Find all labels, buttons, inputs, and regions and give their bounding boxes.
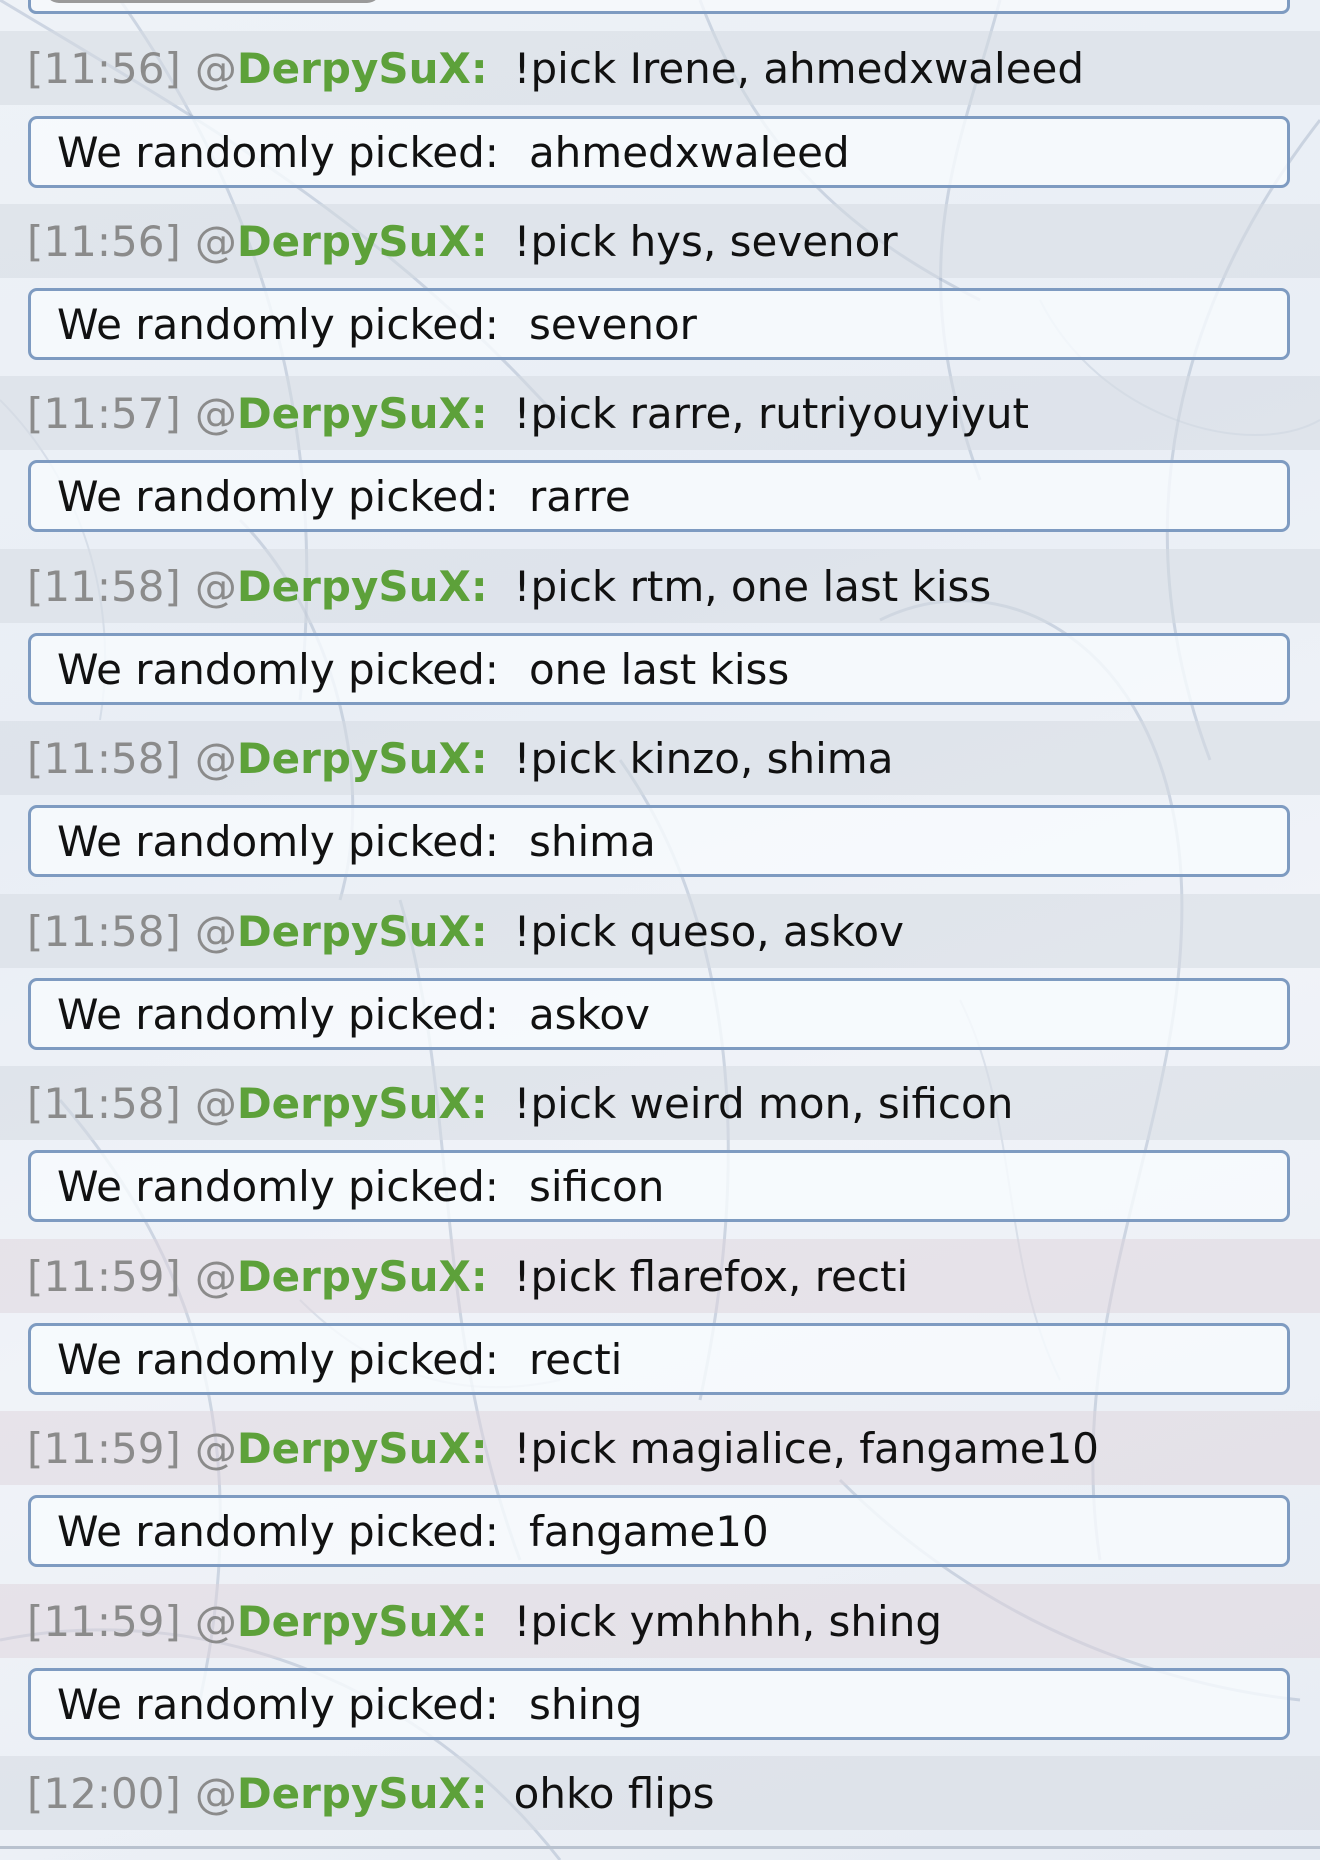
- at-symbol: @: [194, 1768, 237, 1818]
- message-text: !pick kinzo, shima: [513, 733, 894, 783]
- message-text: !pick rarre, rutriyouyiyut: [513, 388, 1029, 438]
- chat-message: [11:58] @ DerpySuX: !pick rtm, one last k…: [0, 549, 1320, 623]
- chat-message: [12:00] @ DerpySuX: ohko flips: [0, 1756, 1320, 1830]
- username[interactable]: DerpySuX:: [237, 389, 488, 438]
- username[interactable]: DerpySuX:: [237, 734, 488, 783]
- message-timestamp: [11:58]: [27, 1078, 181, 1128]
- pick-value: one last kiss: [528, 644, 790, 694]
- chat-message: [11:58] @ DerpySuX: !pick kinzo, shima: [0, 721, 1320, 795]
- username[interactable]: DerpySuX:: [237, 562, 488, 611]
- at-symbol: @: [194, 1423, 237, 1473]
- message-timestamp: [11:56]: [27, 43, 181, 93]
- at-symbol: @: [194, 43, 237, 93]
- username[interactable]: DerpySuX:: [237, 1424, 488, 1473]
- chat-bottom-divider: [0, 1846, 1320, 1849]
- pick-value: ahmedxwaleed: [528, 127, 850, 177]
- at-symbol: @: [194, 216, 237, 266]
- message-text: !pick rtm, one last kiss: [513, 561, 992, 611]
- pick-label: We randomly picked:: [57, 471, 499, 521]
- at-symbol: @: [194, 906, 237, 956]
- pick-label: We randomly picked:: [57, 1334, 499, 1384]
- pick-value: shima: [528, 816, 656, 866]
- pick-label: We randomly picked:: [57, 989, 499, 1039]
- bot-pick-result: We randomly picked: askov: [28, 978, 1290, 1050]
- pick-label: We randomly picked:: [57, 644, 499, 694]
- message-text: !pick ymhhhh, shing: [513, 1596, 942, 1646]
- message-text: !pick hys, sevenor: [513, 216, 898, 266]
- chat-message: [11:56] @ DerpySuX: !pick Irene, ahmedxwa…: [0, 31, 1320, 105]
- bot-pick-result: We randomly picked: sevenor: [28, 288, 1290, 360]
- bot-pick-result: We randomly picked: rarre: [28, 460, 1290, 532]
- message-text: !pick weird mon, sificon: [513, 1078, 1014, 1128]
- pick-label: We randomly picked:: [57, 1161, 499, 1211]
- username[interactable]: DerpySuX:: [237, 1769, 488, 1818]
- pick-value: recti: [528, 1334, 623, 1384]
- pick-value: rarre: [528, 471, 631, 521]
- at-symbol: @: [194, 1251, 237, 1301]
- bot-pick-result: We randomly picked: ahmedxwaleed: [28, 116, 1290, 188]
- at-symbol: @: [194, 1596, 237, 1646]
- message-timestamp: [11:58]: [27, 733, 181, 783]
- bot-pick-result: We randomly picked: one last kiss: [28, 633, 1290, 705]
- chat-message: [11:59] @ DerpySuX: !pick flarefox, recti: [0, 1239, 1320, 1313]
- pick-value: sevenor: [528, 299, 697, 349]
- message-text: !pick Irene, ahmedxwaleed: [513, 43, 1085, 93]
- pick-value: sificon: [528, 1161, 665, 1211]
- pick-value: shing: [528, 1679, 643, 1729]
- chat-message: [11:59] @ DerpySuX: !pick magialice, fang…: [0, 1411, 1320, 1485]
- message-timestamp: [12:00]: [27, 1768, 181, 1818]
- username[interactable]: DerpySuX:: [237, 217, 488, 266]
- username[interactable]: DerpySuX:: [237, 1597, 488, 1646]
- bot-pick-result: We randomly picked: shima: [28, 805, 1290, 877]
- message-text: !pick magialice, fangame10: [513, 1423, 1100, 1473]
- at-symbol: @: [194, 388, 237, 438]
- previous-button-edge[interactable]: [45, 0, 381, 3]
- chat-message: [11:56] @ DerpySuX: !pick hys, sevenor: [0, 204, 1320, 278]
- username[interactable]: DerpySuX:: [237, 907, 488, 956]
- bot-pick-result: We randomly picked: recti: [28, 1323, 1290, 1395]
- pick-label: We randomly picked:: [57, 299, 499, 349]
- username[interactable]: DerpySuX:: [237, 44, 488, 93]
- message-timestamp: [11:57]: [27, 388, 181, 438]
- chat-message: [11:58] @ DerpySuX: !pick weird mon, sifi…: [0, 1066, 1320, 1140]
- pick-label: We randomly picked:: [57, 1506, 499, 1556]
- pick-label: We randomly picked:: [57, 1679, 499, 1729]
- chat-message: [11:57] @ DerpySuX: !pick rarre, rutriyou…: [0, 376, 1320, 450]
- bot-pick-result: We randomly picked: sificon: [28, 1150, 1290, 1222]
- message-text: !pick queso, askov: [513, 906, 904, 956]
- at-symbol: @: [194, 733, 237, 783]
- at-symbol: @: [194, 1078, 237, 1128]
- chat-message: [11:59] @ DerpySuX: !pick ymhhhh, shing: [0, 1584, 1320, 1658]
- message-timestamp: [11:56]: [27, 216, 181, 266]
- message-timestamp: [11:59]: [27, 1251, 181, 1301]
- pick-value: askov: [528, 989, 650, 1039]
- chat-message: [11:58] @ DerpySuX: !pick queso, askov: [0, 894, 1320, 968]
- username[interactable]: DerpySuX:: [237, 1252, 488, 1301]
- previous-bot-message-box: [28, 0, 1290, 14]
- pick-label: We randomly picked:: [57, 816, 499, 866]
- message-text: ohko flips: [513, 1768, 715, 1818]
- bot-pick-result: We randomly picked: fangame10: [28, 1495, 1290, 1567]
- at-symbol: @: [194, 561, 237, 611]
- message-timestamp: [11:58]: [27, 561, 181, 611]
- message-timestamp: [11:59]: [27, 1423, 181, 1473]
- pick-value: fangame10: [528, 1506, 769, 1556]
- message-timestamp: [11:58]: [27, 906, 181, 956]
- message-timestamp: [11:59]: [27, 1596, 181, 1646]
- username[interactable]: DerpySuX:: [237, 1079, 488, 1128]
- bot-pick-result: We randomly picked: shing: [28, 1668, 1290, 1740]
- pick-label: We randomly picked:: [57, 127, 499, 177]
- message-text: !pick flarefox, recti: [513, 1251, 909, 1301]
